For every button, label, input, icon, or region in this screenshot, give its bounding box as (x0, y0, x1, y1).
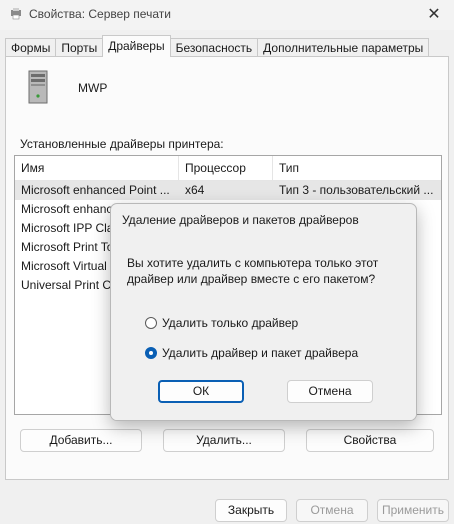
remove-driver-dialog: Удаление драйверов и пакетов драйверов В… (110, 203, 417, 421)
dialog-title: Удаление драйверов и пакетов драйверов (122, 213, 359, 227)
tab-strip: Формы Порты Драйверы Безопасность Дополн… (5, 35, 430, 57)
close-icon[interactable]: ✕ (414, 0, 454, 28)
dialog-body: Вы хотите удалить с компьютера только эт… (111, 238, 416, 420)
apply-button[interactable]: Применить (377, 499, 449, 522)
add-driver-button[interactable]: Добавить... (20, 429, 142, 452)
column-header-name[interactable]: Имя (15, 156, 179, 180)
dialog-question: Вы хотите удалить с компьютера только эт… (127, 255, 407, 287)
tab-ports[interactable]: Порты (55, 38, 104, 56)
server-name: MWP (78, 81, 108, 95)
column-header-processor[interactable]: Процессор (179, 156, 273, 180)
list-header: Имя Процессор Тип (15, 156, 441, 181)
window-title: Свойства: Сервер печати (29, 7, 171, 21)
radio-remove-driver-only[interactable]: Удалить только драйвер (145, 316, 298, 330)
radio-unchecked-icon[interactable] (145, 317, 157, 329)
installed-drivers-label: Установленные драйверы принтера: (20, 137, 224, 151)
close-button[interactable]: Закрыть (215, 499, 287, 522)
radio-remove-driver-and-package[interactable]: Удалить драйвер и пакет драйвера (145, 346, 358, 360)
driver-actions: Добавить... Удалить... Свойства (20, 429, 434, 453)
remove-driver-button[interactable]: Удалить... (163, 429, 285, 452)
radio-label: Удалить только драйвер (162, 316, 299, 330)
printer-server-icon (11, 8, 21, 20)
row-name: Microsoft enhanced Point ... (21, 183, 170, 197)
table-row[interactable]: Microsoft enhanced Point ... x64 Тип 3 -… (15, 181, 441, 200)
footer-buttons: Закрыть Отмена Применить (0, 499, 454, 522)
tab-forms[interactable]: Формы (5, 38, 57, 56)
dialog-cancel-button[interactable]: Отмена (287, 380, 373, 403)
server-tower-icon (28, 70, 48, 104)
print-server-properties-window: Свойства: Сервер печати ✕ Формы Порты Др… (0, 0, 454, 524)
dialog-question-line1: Вы хотите удалить с компьютера только эт… (127, 256, 379, 270)
title-bar: Свойства: Сервер печати ✕ (0, 0, 454, 30)
radio-checked-icon[interactable] (145, 347, 157, 359)
column-header-type[interactable]: Тип (273, 156, 441, 180)
tab-security[interactable]: Безопасность (169, 38, 259, 56)
tab-advanced[interactable]: Дополнительные параметры (257, 38, 430, 56)
ok-button[interactable]: ОК (158, 380, 244, 403)
radio-label: Удалить драйвер и пакет драйвера (162, 346, 359, 360)
row-processor: x64 (185, 183, 205, 197)
cancel-button[interactable]: Отмена (296, 499, 368, 522)
dialog-question-line2: драйвер или драйвер вместе с его пакетом… (127, 272, 376, 286)
row-type: Тип 3 - пользовательский ... (279, 183, 434, 197)
tab-drivers[interactable]: Драйверы (102, 35, 171, 57)
driver-properties-button[interactable]: Свойства (306, 429, 434, 452)
